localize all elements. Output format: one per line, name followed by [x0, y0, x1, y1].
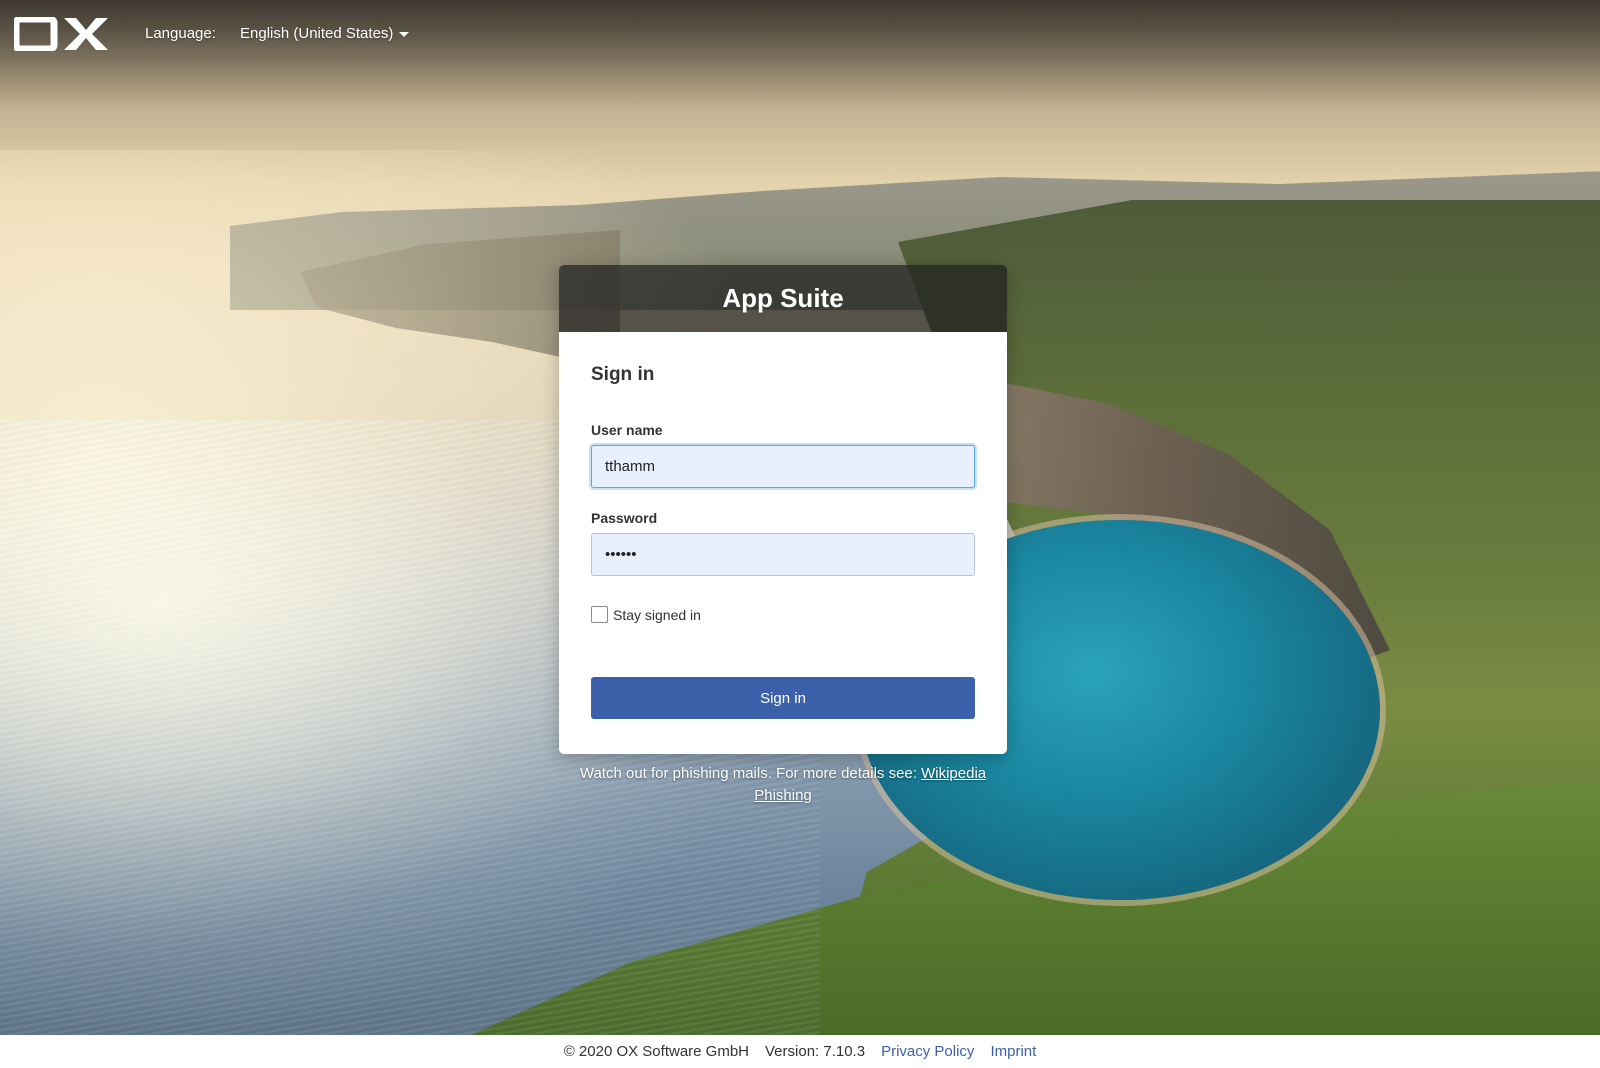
footer: © 2020 OX Software GmbH Version: 7.10.3 … — [0, 1035, 1600, 1068]
stay-signed-in-label: Stay signed in — [613, 606, 701, 623]
password-label: Password — [591, 510, 658, 526]
sign-in-button[interactable]: Sign in — [591, 677, 975, 719]
sign-in-heading: Sign in — [591, 364, 655, 385]
copyright-text: © 2020 OX Software GmbH — [563, 1043, 749, 1060]
login-header: App Suite — [559, 265, 1007, 332]
password-input[interactable] — [591, 533, 975, 576]
login-form: Sign in User name Password Stay signed i… — [559, 332, 1007, 754]
language-label: Language: — [145, 25, 216, 42]
product-title: App Suite — [722, 283, 844, 313]
phishing-notice: Watch out for phishing mails. For more d… — [559, 763, 1007, 807]
username-label: User name — [591, 422, 663, 438]
stay-signed-in-checkbox[interactable] — [591, 606, 608, 623]
version-text: Version: 7.10.3 — [765, 1043, 866, 1060]
ox-logo — [14, 17, 108, 51]
phishing-notice-text: Watch out for phishing mails. For more d… — [579, 765, 922, 782]
language-value: English (United States) — [240, 25, 394, 42]
caret-down-icon — [399, 32, 410, 37]
stay-signed-in-row[interactable]: Stay signed in — [591, 606, 975, 623]
username-input[interactable] — [591, 445, 975, 488]
language-dropdown[interactable]: English (United States) — [240, 25, 410, 42]
privacy-policy-link[interactable]: Privacy Policy — [881, 1043, 974, 1060]
top-bar: Language: English (United States) — [0, 0, 1600, 70]
imprint-link[interactable]: Imprint — [990, 1043, 1036, 1060]
login-dialog: App Suite Sign in User name Password Sta… — [559, 265, 1007, 754]
